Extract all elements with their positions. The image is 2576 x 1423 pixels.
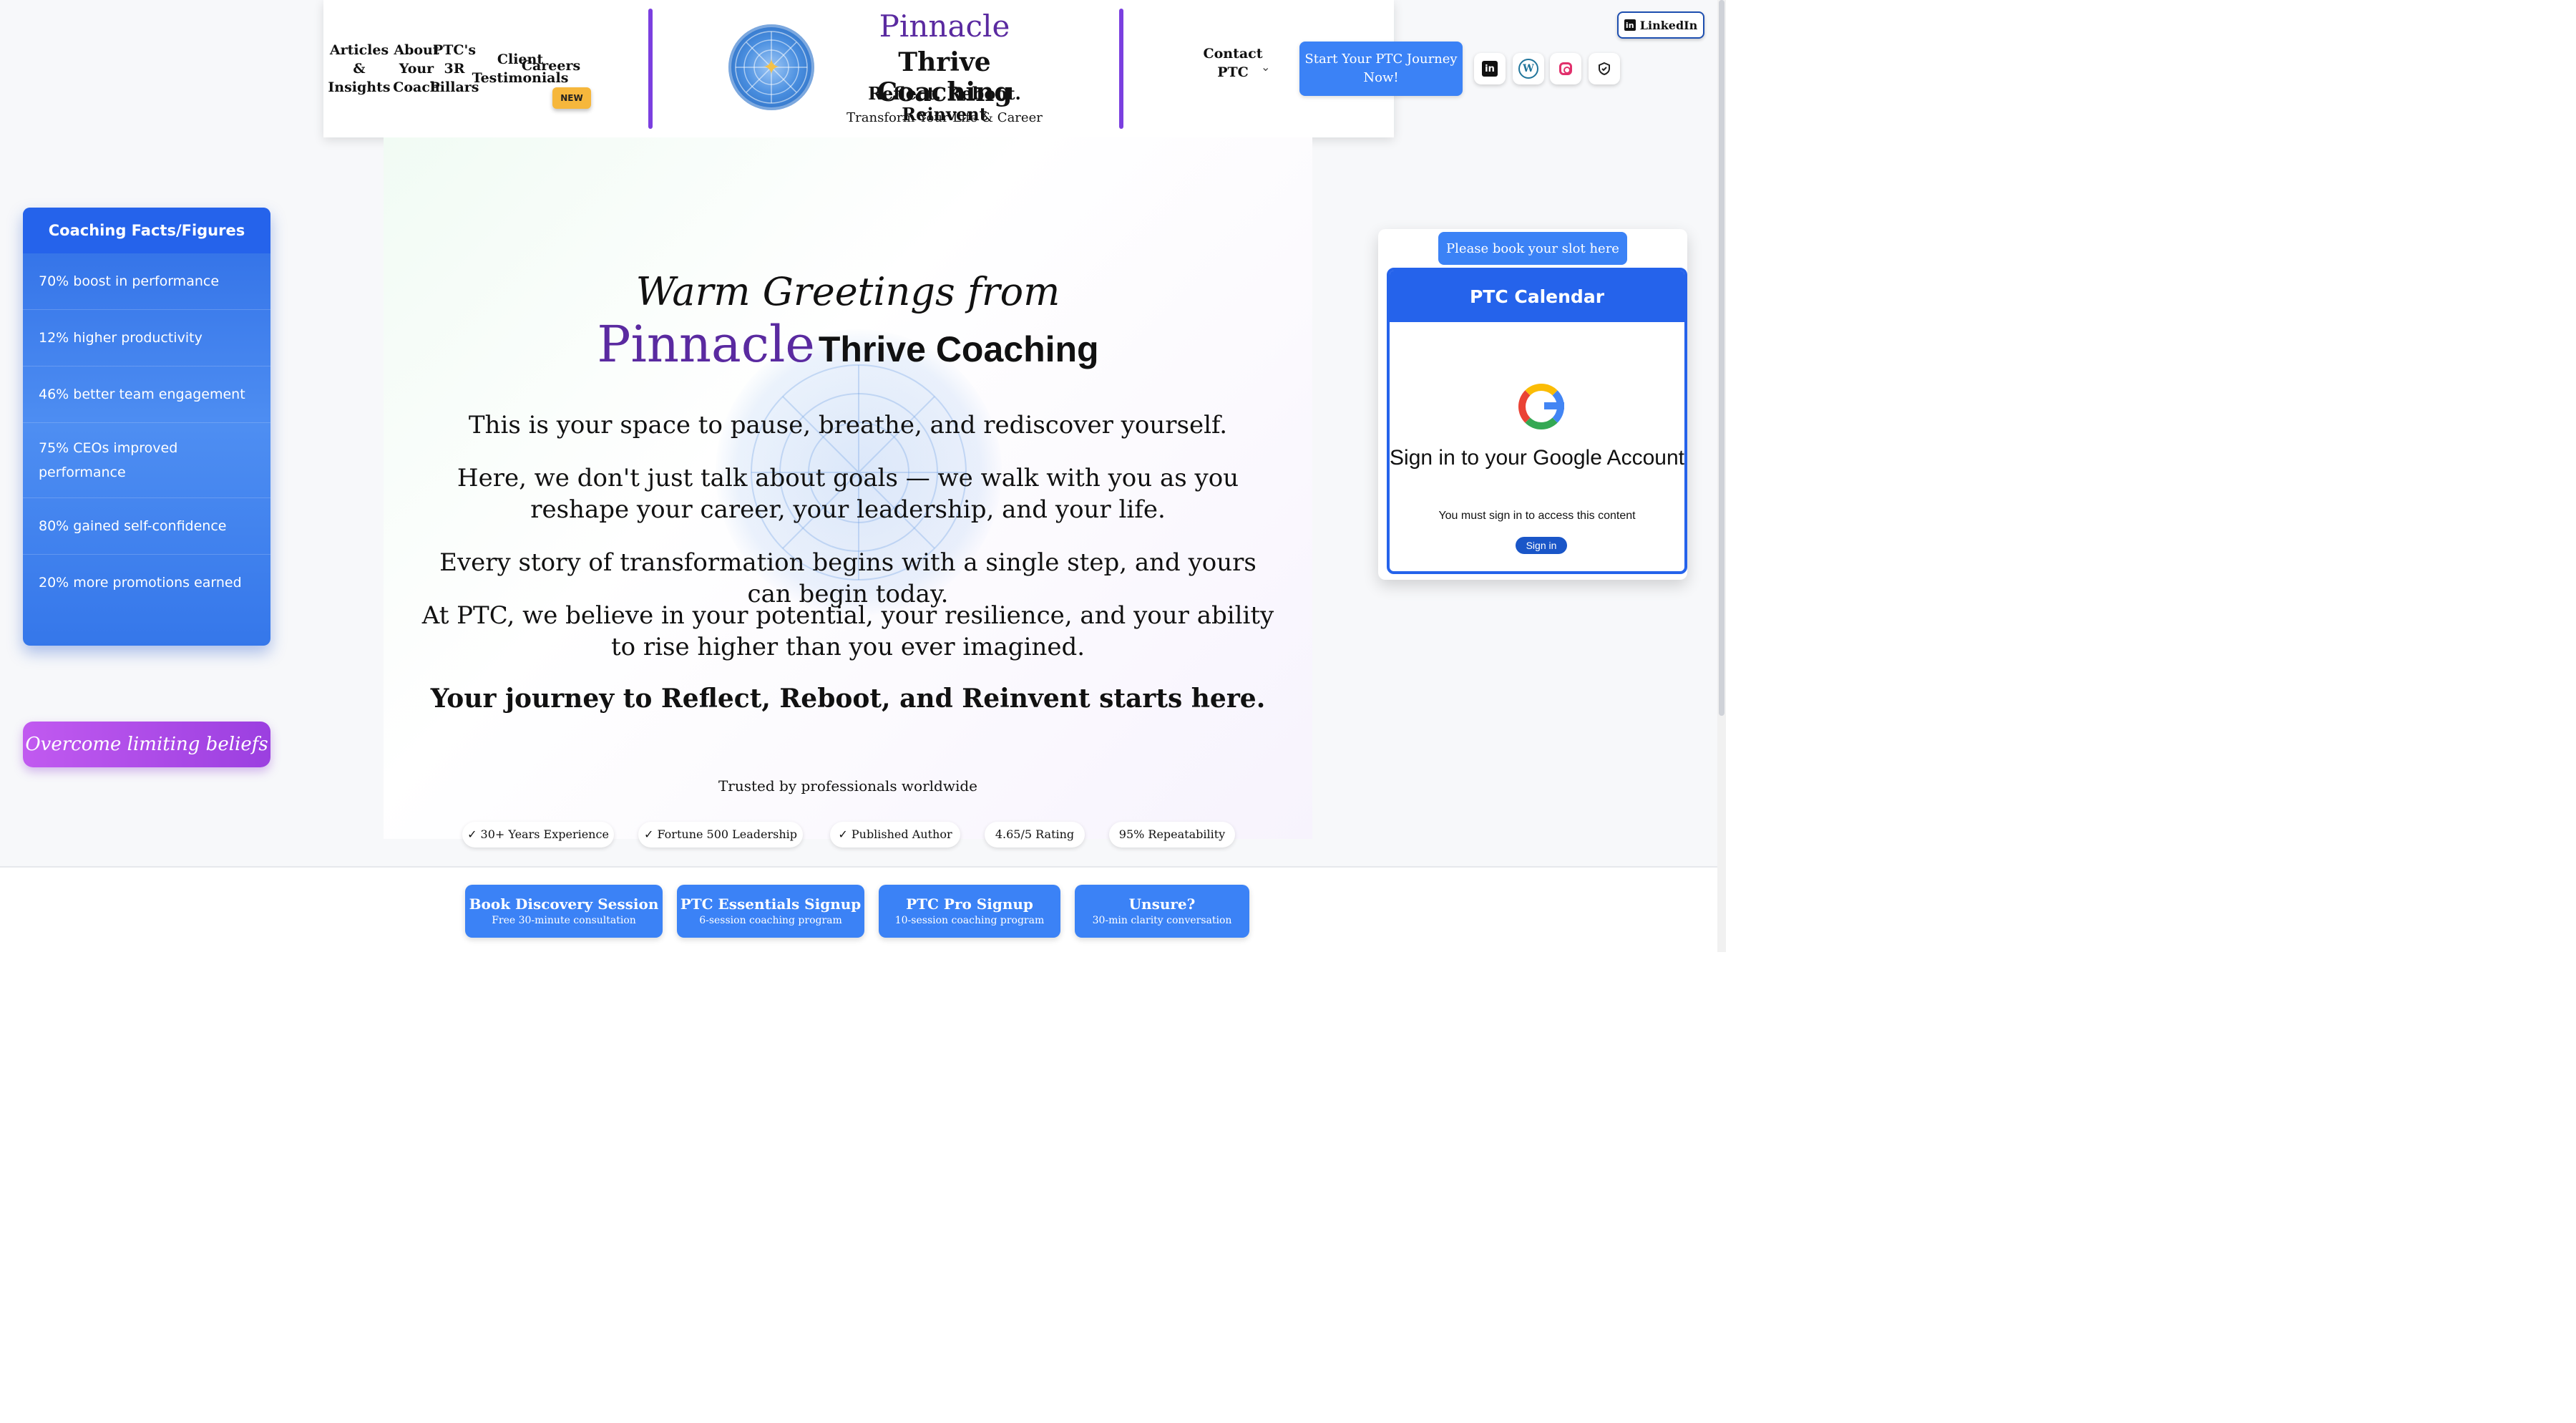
hero-paragraph-1: This is your space to pause, breathe, an… [468, 411, 1228, 439]
nav-articles-insights[interactable]: Articles & Insights [322, 0, 396, 137]
hero-paragraph-5: Your journey to Reflect, Reboot, and Rei… [430, 684, 1266, 714]
coaching-facts-panel: Coaching Facts/Figures 70% boost in perf… [23, 208, 270, 646]
new-badge: NEW [552, 87, 591, 109]
hero-paragraph-4: At PTC, we believe in your potential, yo… [421, 601, 1274, 661]
credential-chip: 4.65/5 Rating [985, 822, 1085, 848]
button-label: Book Discovery Session [469, 895, 659, 913]
fact-item: 75% CEOs improved performance [23, 423, 270, 498]
linkedin-badge[interactable]: in LinkedIn [1617, 11, 1704, 39]
book-discovery-button[interactable]: Book Discovery Session Free 30-minute co… [465, 885, 663, 938]
button-label: PTC Pro Signup [906, 895, 1033, 913]
fact-item: 46% better team engagement [23, 366, 270, 423]
book-slot-button[interactable]: Please book your slot here [1438, 232, 1627, 265]
ptc-essentials-button[interactable]: PTC Essentials Signup 6-session coaching… [677, 885, 864, 938]
overcome-limiting-beliefs-banner[interactable]: Overcome limiting beliefs [23, 722, 270, 767]
credential-chip: ✓ Fortune 500 Leadership [638, 822, 803, 848]
credential-chip: ✓ 30+ Years Experience [462, 822, 614, 848]
calendar-frame: PTC Calendar Sign in to your Google Acco… [1387, 268, 1687, 574]
google-signin-title: Sign in to your Google Account [1390, 446, 1684, 470]
header-divider-left [648, 9, 653, 129]
credential-chip: 95% Repeatability [1109, 822, 1235, 848]
hero-brand: Pinnacle [597, 315, 815, 374]
trusted-label: Trusted by professionals worldwide [718, 777, 978, 795]
fact-item: 70% boost in performance [23, 253, 270, 310]
chevron-down-icon[interactable]: ⌄ [1261, 60, 1270, 74]
google-signin-button[interactable]: Sign in [1516, 537, 1567, 554]
linkedin-icon: in [1624, 19, 1636, 31]
fact-item: 12% higher productivity [23, 310, 270, 366]
hero-paragraph-2: Here, we don't just talk about goals — w… [457, 464, 1239, 524]
unsure-button[interactable]: Unsure? 30-min clarity conversation [1075, 885, 1249, 938]
fact-item: 20% more promotions earned [39, 575, 242, 591]
credential-chip: ✓ Published Author [830, 822, 960, 848]
button-sublabel: 10-session coaching program [894, 915, 1045, 926]
linkedin-badge-label: LinkedIn [1639, 18, 1698, 32]
scrollbar-thumb[interactable] [1719, 0, 1724, 716]
google-signin-note: You must sign in to access this content [1438, 510, 1636, 522]
nav-3r-pillars[interactable]: PTC's 3R Pillars [422, 0, 487, 137]
brand-subtitle: Transform Your Life & Career [847, 110, 1043, 125]
shield-icon[interactable] [1589, 53, 1620, 84]
button-sublabel: 6-session coaching program [699, 915, 842, 926]
brand-name: Pinnacle [879, 9, 1010, 44]
wordpress-icon[interactable]: W [1513, 53, 1544, 84]
button-sublabel: 30-min clarity conversation [1092, 915, 1232, 926]
linkedin-icon[interactable]: in [1474, 53, 1506, 84]
calendar-title: PTC Calendar [1390, 271, 1684, 322]
website: About Your Coach Client Testimonials Art… [0, 0, 1717, 952]
instagram-icon[interactable] [1550, 53, 1581, 84]
star-icon: ✦ [762, 54, 781, 80]
google-icon-bar [1544, 402, 1564, 409]
button-sublabel: Free 30-minute consultation [492, 915, 636, 926]
facts-title: Coaching Facts/Figures [23, 208, 270, 253]
hero-brand-rest: Thrive Coaching [818, 329, 1099, 369]
header-divider-right [1119, 9, 1123, 129]
start-journey-button[interactable]: Start Your PTC Journey Now! [1299, 42, 1463, 96]
button-label: Unsure? [1128, 895, 1196, 913]
ptc-pro-button[interactable]: PTC Pro Signup 10-session coaching progr… [879, 885, 1060, 938]
nav-careers[interactable]: Careers [517, 0, 585, 135]
brand-logo[interactable]: ✦ [728, 24, 814, 110]
button-label: PTC Essentials Signup [680, 895, 862, 913]
hero-greeting: Warm Greetings from [635, 269, 1060, 314]
hero-title: Pinnacle Thrive Coaching [384, 315, 1312, 374]
fact-item: 80% gained self-confidence [23, 498, 270, 555]
